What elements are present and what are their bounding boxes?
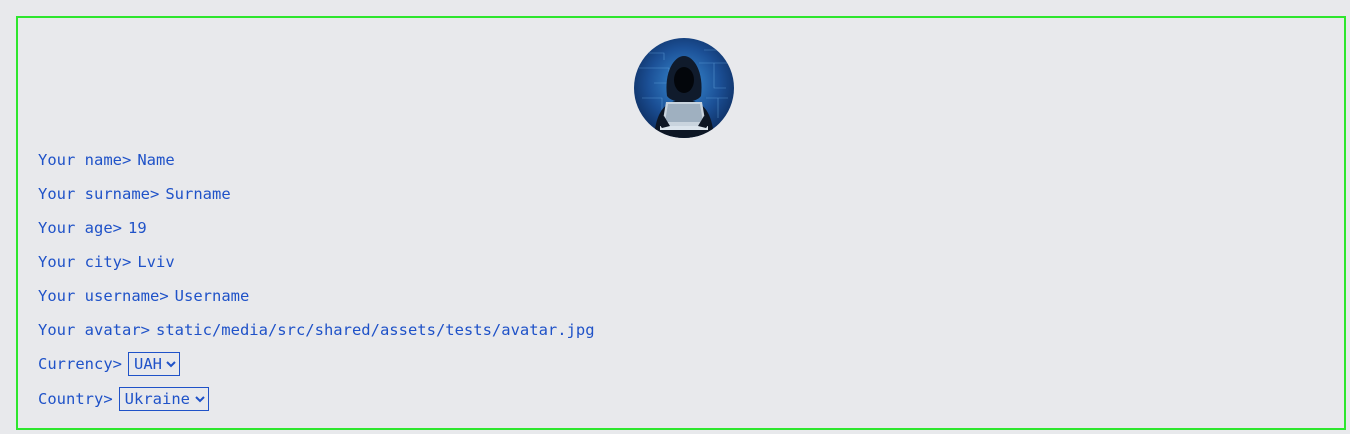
currency-row: Currency> UAH — [38, 352, 180, 376]
country-row: Country> Ukraine — [38, 387, 209, 411]
currency-label: Currency> — [38, 355, 122, 373]
country-label: Country> — [38, 390, 113, 408]
name-label: Your name> — [38, 151, 132, 169]
avatar — [634, 38, 734, 138]
username-label: Your username> — [38, 287, 169, 305]
name-value: Name — [137, 151, 175, 169]
city-row: Your city> Lviv — [38, 250, 175, 274]
age-row: Your age> 19 — [38, 216, 147, 240]
name-row: Your name> Name — [38, 148, 175, 172]
age-value: 19 — [128, 219, 147, 237]
country-select[interactable]: Ukraine — [118, 387, 209, 411]
avatar-path-value: static/media/src/shared/assets/tests/ava… — [155, 321, 595, 339]
username-value: Username — [174, 287, 250, 305]
surname-value: Surname — [165, 185, 231, 203]
city-label: Your city> — [38, 253, 132, 271]
profile-card: Your name> Name Your surname> Surname Yo… — [16, 16, 1346, 430]
avatar-row: Your avatar> static/media/src/shared/ass… — [38, 318, 595, 342]
age-label: Your age> — [38, 219, 122, 237]
surname-label: Your surname> — [38, 185, 160, 203]
surname-row: Your surname> Surname — [38, 182, 231, 206]
avatar-label: Your avatar> — [38, 321, 150, 339]
username-row: Your username> Username — [38, 284, 249, 308]
currency-select[interactable]: UAH — [128, 352, 180, 376]
avatar-image — [634, 38, 734, 138]
city-value: Lviv — [137, 253, 175, 271]
